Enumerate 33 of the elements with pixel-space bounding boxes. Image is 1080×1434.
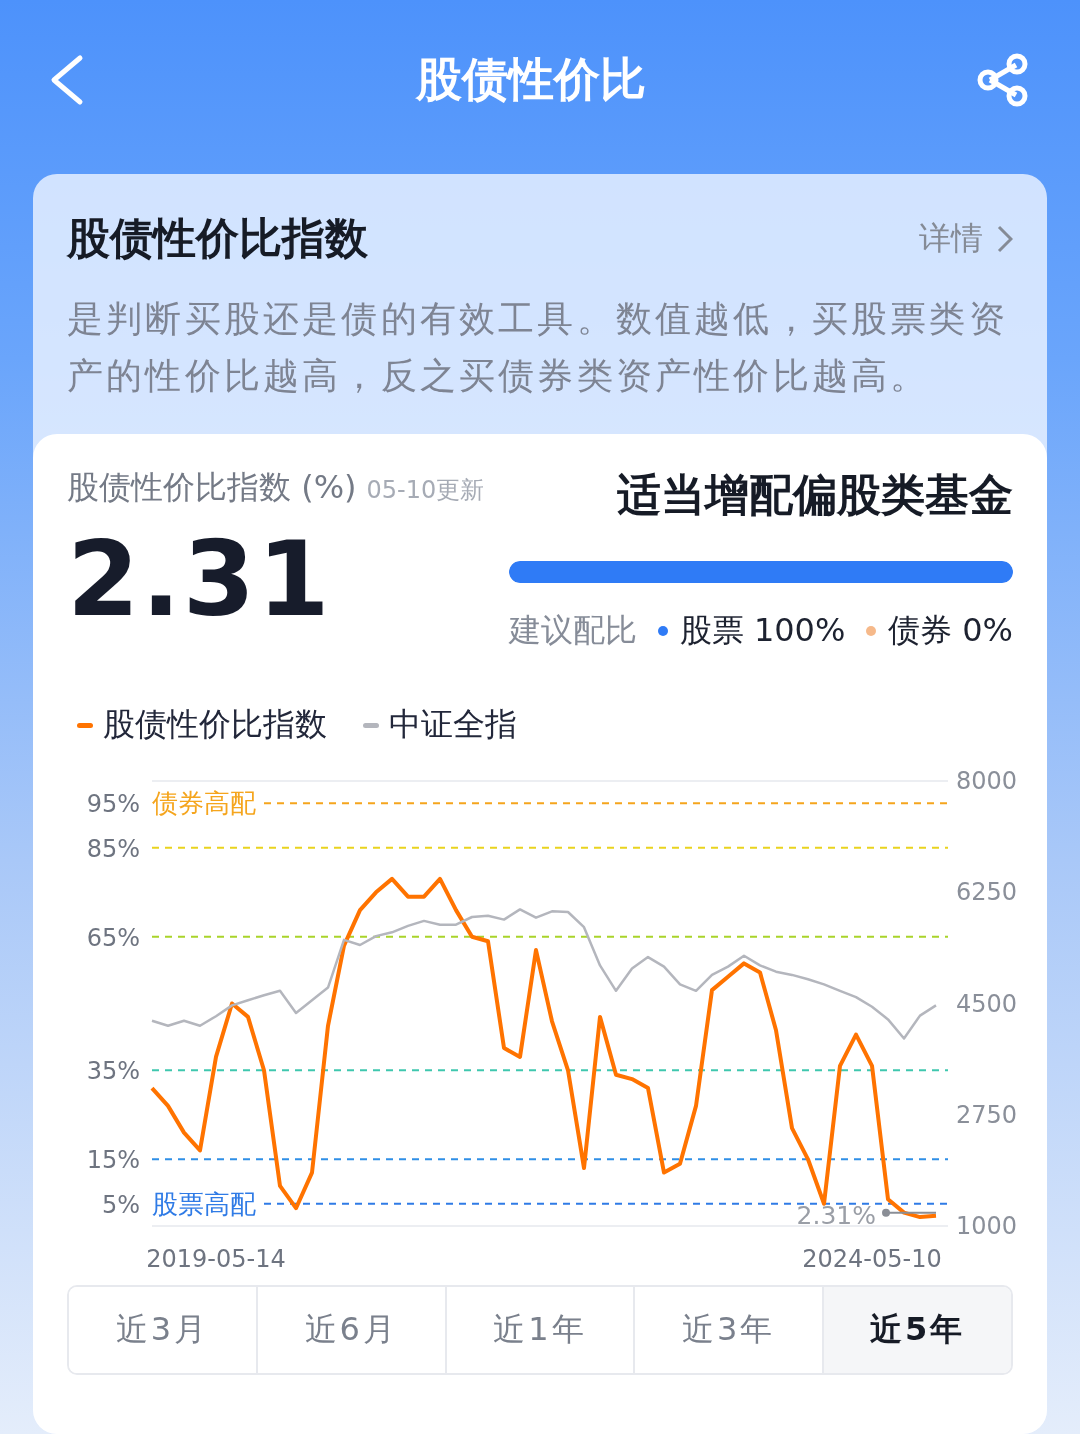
current-value-label: 2.31% xyxy=(796,1200,876,1230)
section-title: 股债性价比指数 xyxy=(67,212,368,265)
allocation-label: 建议配比 xyxy=(509,610,637,651)
period-tab[interactable]: 近5年 xyxy=(824,1287,1011,1373)
threshold-label: 债券高配 xyxy=(152,788,256,819)
description: 是判断买股还是债的有效工具。数值越低，买股票类资产的性价比越高，反之买债券类资产性价比越高。 xyxy=(67,297,1009,398)
axis-label: 4500 xyxy=(956,989,1018,1018)
update-date: 05-10更新 xyxy=(366,475,485,506)
allocation-value: 股票 100% xyxy=(679,610,846,651)
axis-label: 95% xyxy=(86,790,140,819)
axis-label: 35% xyxy=(86,1057,140,1086)
axis-label: 5% xyxy=(101,1190,140,1219)
axis-label: 2024-05-10 xyxy=(802,1245,942,1273)
chevron-icon xyxy=(997,225,1013,253)
advice-text: 适当增配偏股类基金 xyxy=(616,468,1013,522)
details-link[interactable]: 详情 xyxy=(919,217,1013,261)
page-title: 股债性价比 xyxy=(416,51,646,108)
current-marker xyxy=(882,1208,937,1217)
axis-label: 2019-05-14 xyxy=(146,1245,286,1273)
axis-label: 8000 xyxy=(956,767,1018,795)
axis-label: 65% xyxy=(86,923,140,952)
axis-label: 85% xyxy=(86,834,140,863)
axis-label: 6250 xyxy=(956,878,1018,907)
legend-label: 股债性价比指数 xyxy=(103,704,327,745)
index-label: 股债性价比指数 (%) xyxy=(67,467,357,508)
period-tab[interactable]: 近3月 xyxy=(69,1287,258,1373)
index-value: 2.31 xyxy=(67,518,333,640)
axis-label: 2750 xyxy=(956,1100,1018,1129)
allocation-value: 债券 0% xyxy=(888,610,1013,651)
axis-label: 1000 xyxy=(956,1212,1018,1240)
axis-label: 15% xyxy=(86,1146,140,1175)
legend-label: 中证全指 xyxy=(389,704,517,745)
threshold-label: 股票高配 xyxy=(152,1188,256,1219)
